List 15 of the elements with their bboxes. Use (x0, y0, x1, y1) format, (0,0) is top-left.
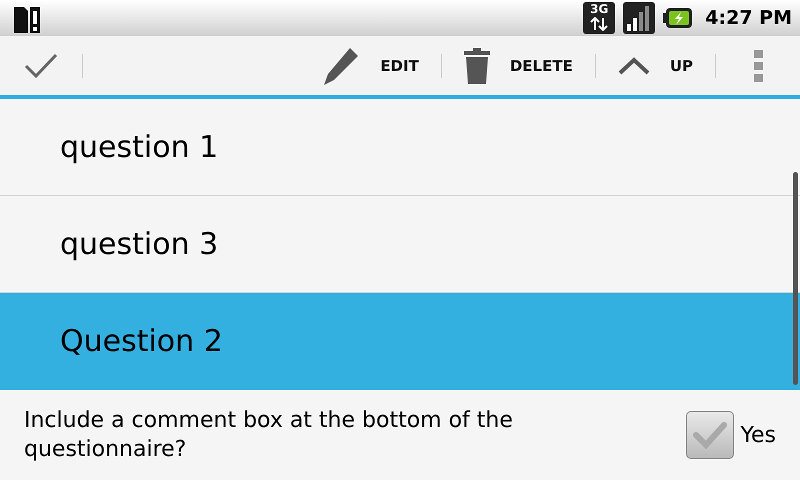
delete-button[interactable]: DELETE (442, 36, 595, 95)
edit-button[interactable]: EDIT (298, 36, 441, 95)
checkbox[interactable] (686, 411, 734, 459)
checkbox-label: Yes (740, 422, 776, 448)
network-icon: 3G (583, 2, 616, 34)
question-item[interactable]: Question 2 (0, 293, 800, 390)
clock-time: 4:27 PM (705, 7, 792, 29)
checkmark-icon (24, 52, 58, 78)
more-icon (754, 50, 762, 82)
battery-charging-icon (663, 7, 694, 29)
trash-icon (464, 48, 490, 84)
chevron-up-icon (618, 56, 650, 74)
comment-option-label: Include a comment box at the bottom of the questionnaire? (24, 407, 514, 464)
up-button[interactable]: UP (596, 36, 715, 95)
signal-icon (623, 2, 656, 34)
